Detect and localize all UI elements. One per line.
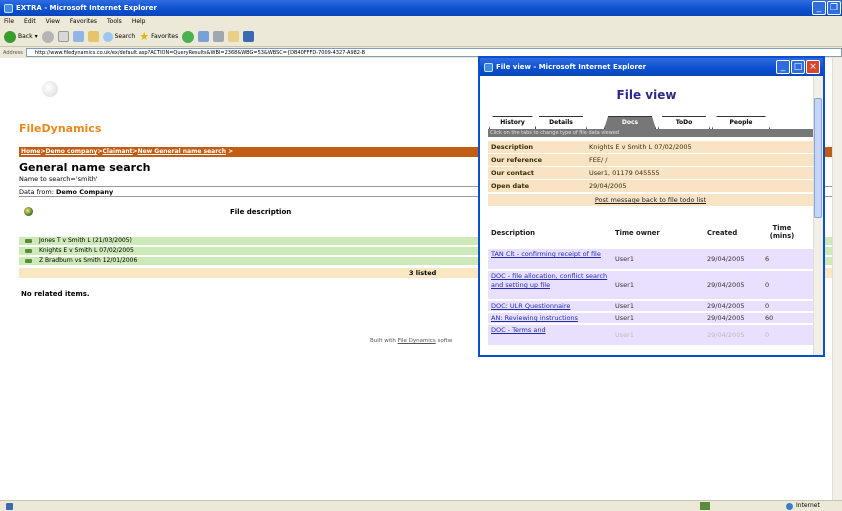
data-from-label: Data from: [19,188,54,196]
info-row-description: Description Knights E v Smith L 07/02/20… [488,141,813,153]
doc-row[interactable]: TAN Clt - confirming receipt of file Use… [488,249,813,269]
info-row-reference: Our reference FEE/ / [488,154,813,166]
breadcrumb-claimant[interactable]: Claimant [103,148,133,155]
row-description: Jones T v Smith L (21/03/2005) [39,237,132,244]
status-bar: Internet [0,500,842,511]
browser-titlebar: EXTRA - Microsoft Internet Explorer [0,0,842,16]
info-row-open-date: Open date 29/04/2005 [488,180,813,192]
page-icon [6,503,13,510]
doc-row[interactable]: AN: Reviewing instructions User1 29/04/2… [488,313,813,323]
file-description-header: File description [230,208,292,216]
tab-history[interactable]: History [489,116,536,129]
restore-button[interactable]: ❐ [827,1,841,15]
tab-todo[interactable]: ToDo [658,116,710,129]
data-from-value: Demo Company [55,188,114,196]
row-menu-icon[interactable] [25,259,32,263]
menu-bar: File Edit View Favorites Tools Help [0,16,842,27]
address-label: Address [3,49,23,56]
back-button[interactable]: Back ▾ [4,30,38,43]
docs-header-created: Created [707,229,738,237]
file-view-window: File view - Microsoft Internet Explorer … [478,56,825,357]
row-description: Z Bradburn vs Smith 12/01/2006 [39,257,138,264]
doc-link[interactable]: DOC: ULR Questionnaire [491,302,611,311]
stop-button[interactable] [57,31,69,42]
zone-label: Internet [796,502,820,509]
popup-minimize-button[interactable]: _ [776,60,790,74]
row-description: Knights E v Smith L 07/02/2005 [39,247,134,254]
doc-link[interactable]: DOC - Terms and [491,326,609,335]
tab-people[interactable]: People [712,116,770,129]
no-related-text: No related items. [21,290,90,298]
ie-icon [4,3,13,13]
tab-docs[interactable]: Docs [604,116,656,129]
globe-icon [786,503,793,510]
menu-help[interactable]: Help [132,18,146,25]
folder-button[interactable] [228,31,240,42]
popup-titlebar: File view - Microsoft Internet Explorer [480,58,823,76]
popup-close-button[interactable]: × [806,60,820,74]
search-icon [102,31,113,42]
doc-row[interactable]: DOC: ULR Questionnaire User1 29/04/2005 … [488,301,813,311]
ie-icon [484,62,493,72]
page-title: General name search [19,161,151,174]
breadcrumb-home[interactable]: Home [21,148,40,155]
docs-header-time: Time (mins) [769,224,795,240]
logo-image [42,81,58,97]
browser-title: EXTRA - Microsoft Internet Explorer [16,4,157,12]
doc-link[interactable]: TAN Clt - confirming receipt of file [491,250,609,259]
row-menu-icon[interactable] [25,249,32,253]
breadcrumb-demo-company[interactable]: Demo company [46,148,98,155]
popup-scroll-thumb[interactable] [814,98,822,218]
footer-built-with: Built with File Dynamics softw [370,338,453,344]
doc-row[interactable]: DOC - file allocation, conflict search a… [488,271,813,299]
forward-button[interactable] [41,30,54,43]
breadcrumb-new-search[interactable]: New General name search [138,148,226,155]
search-button[interactable]: Search [102,31,135,42]
main-scrollbar[interactable] [832,58,842,500]
menu-edit[interactable]: Edit [24,18,36,25]
star-icon: ★ [139,30,150,43]
menu-view[interactable]: View [46,18,60,25]
doc-link[interactable]: DOC - file allocation, conflict search a… [491,272,609,290]
logo-text: FileDynamics [19,122,102,135]
menu-tools[interactable]: Tools [107,18,122,25]
popup-maximize-button[interactable]: □ [791,60,805,74]
print-button[interactable] [213,31,225,42]
file-view-heading: File view [616,88,677,102]
minimize-button[interactable]: _ [812,1,826,15]
docs-header-owner: Time owner [615,229,660,237]
info-row-contact: Our contact User1, 01179 045555 [488,167,813,179]
tab-hint: Click on the tabs to change type of file… [488,129,813,137]
history-button[interactable] [182,30,195,43]
mail-button[interactable] [198,31,210,42]
popup-body: File view History Details Docs ToDo Peop… [480,76,813,355]
back-arrow-icon [4,30,16,43]
doc-link[interactable]: AN: Reviewing instructions [491,314,615,323]
doc-row[interactable]: DOC - Terms and User1 29/04/2005 0 [488,325,813,345]
file-dynamics-link[interactable]: File Dynamics [398,338,436,344]
zone-icon [700,502,710,510]
popup-title: File view - Microsoft Internet Explorer [496,63,647,71]
listed-count: 3 listed [409,269,437,277]
row-menu-icon[interactable] [25,239,32,243]
home-button[interactable] [87,31,99,42]
tab-details[interactable]: Details [535,116,587,129]
menu-favorites[interactable]: Favorites [70,18,97,25]
search-description: Name to search='smith' [19,175,98,183]
browser-toolbar: Back ▾ Search ★ Favorites [0,27,842,47]
refresh-button[interactable] [72,31,84,42]
search-icon[interactable] [24,207,33,216]
favorites-button[interactable]: ★ Favorites [139,30,178,43]
menu-file[interactable]: File [4,18,14,25]
post-message-link[interactable]: Post message back to file todo list [488,194,813,206]
docs-header-description: Description [491,229,535,237]
messenger-button[interactable] [243,31,255,42]
